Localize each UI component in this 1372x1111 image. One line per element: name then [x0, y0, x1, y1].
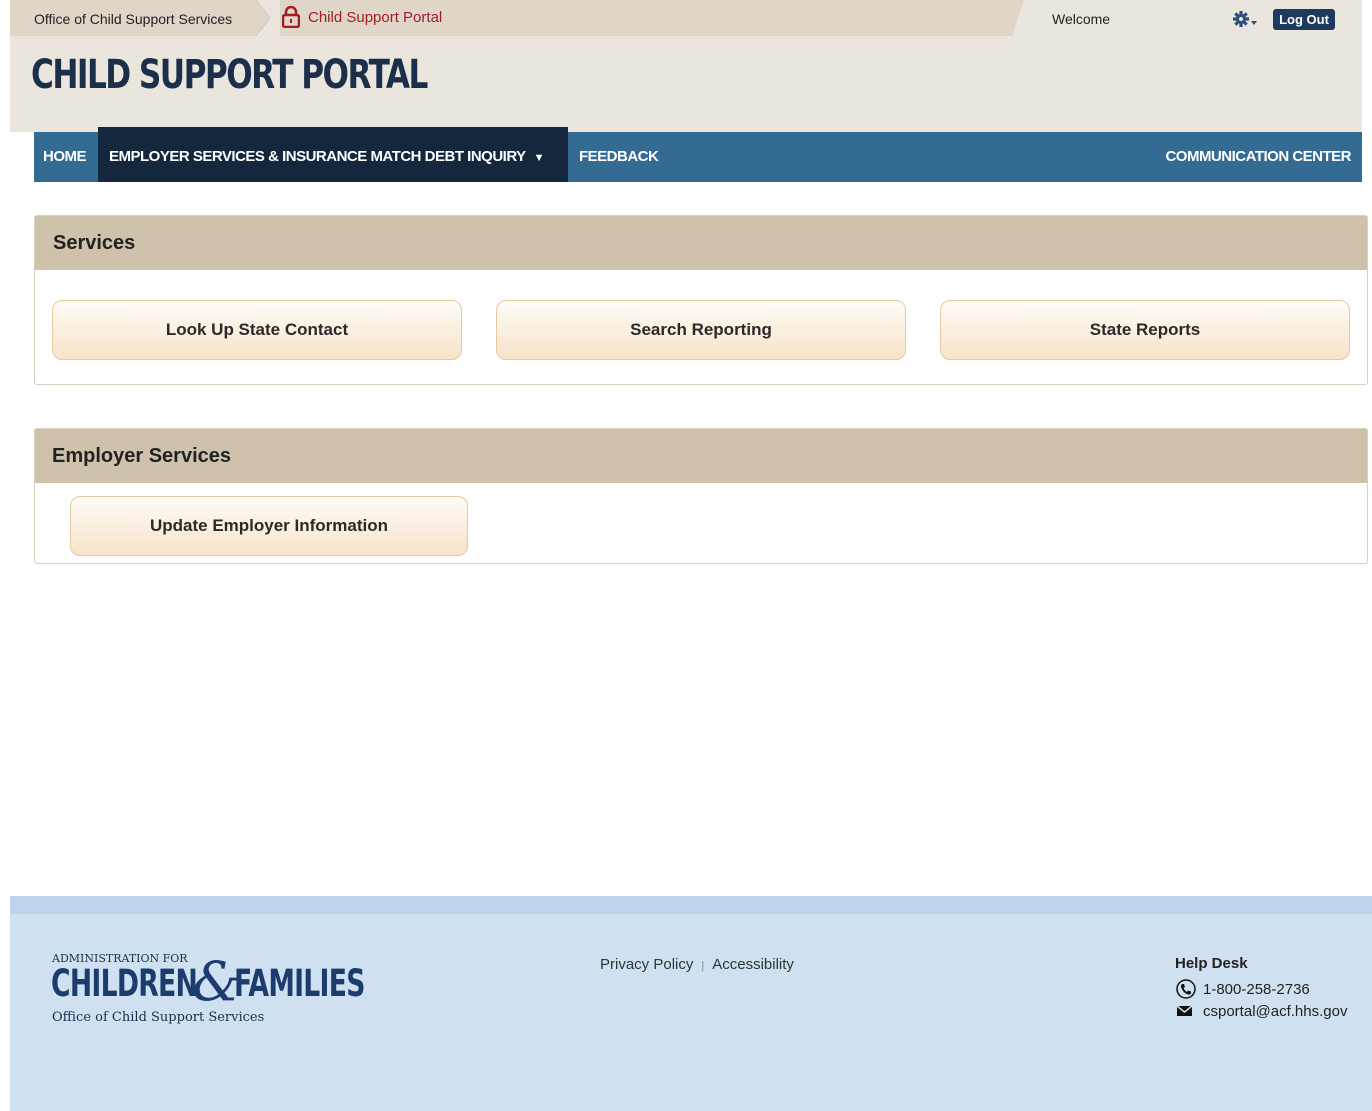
email-icon — [1176, 1005, 1193, 1016]
footer: ADMINISTRATION FOR CHILDREN & FAMILIES O… — [10, 896, 1372, 1111]
nav-employer-services[interactable]: EMPLOYER SERVICES & INSURANCE MATCH DEBT… — [98, 127, 568, 182]
update-employer-information-button[interactable]: Update Employer Information — [70, 496, 468, 556]
link-divider: | — [701, 960, 705, 972]
search-reporting-button[interactable]: Search Reporting — [496, 300, 906, 360]
agency-link[interactable]: Office of Child Support Services — [34, 11, 232, 27]
welcome-text: Welcome — [1052, 11, 1111, 27]
privacy-policy-link[interactable]: Privacy Policy — [600, 956, 693, 973]
breadcrumb-separator — [256, 0, 280, 36]
acf-logo[interactable]: ADMINISTRATION FOR CHILDREN & FAMILIES O… — [51, 948, 372, 1028]
services-title: Services — [35, 216, 1367, 270]
lock-icon — [282, 6, 300, 28]
page: Office of Child Support Services Child S… — [0, 0, 1372, 1111]
help-desk-phone-row: 1-800-258-2736 — [1175, 978, 1347, 1000]
portal-breadcrumb[interactable]: Child Support Portal — [282, 6, 442, 28]
acf-logo-office: Office of Child Support Services — [52, 1010, 265, 1025]
main-nav: HOME EMPLOYER SERVICES & INSURANCE MATCH… — [34, 127, 1362, 182]
acf-logo-children: CHILDREN — [51, 962, 198, 1005]
look-up-state-contact-button[interactable]: Look Up State Contact — [52, 300, 462, 360]
nav-home[interactable]: HOME — [43, 132, 87, 182]
nav-employer-label: EMPLOYER SERVICES & INSURANCE MATCH DEBT… — [109, 148, 526, 165]
services-panel: Services Look Up State Contact Search Re… — [34, 215, 1368, 385]
gear-icon[interactable] — [1232, 10, 1258, 28]
caret-down-icon: ▼ — [533, 152, 545, 164]
help-desk-phone[interactable]: 1-800-258-2736 — [1203, 981, 1310, 998]
phone-icon — [1176, 979, 1196, 999]
accessibility-link[interactable]: Accessibility — [712, 956, 794, 973]
help-desk-title: Help Desk — [1175, 955, 1248, 972]
acf-logo-families: FAMILIES — [234, 962, 365, 1005]
state-reports-button[interactable]: State Reports — [940, 300, 1350, 360]
site-title: CHILD SUPPORT PORTAL — [31, 52, 428, 98]
logout-button[interactable]: Log Out — [1273, 9, 1335, 30]
header: Office of Child Support Services Child S… — [10, 0, 1362, 132]
acf-logo-ampersand: & — [192, 950, 241, 1013]
help-desk-email-row: csportal@acf.hhs.gov — [1175, 1000, 1347, 1022]
nav-communication-center[interactable]: COMMUNICATION CENTER — [1165, 132, 1351, 182]
help-desk-email[interactable]: csportal@acf.hhs.gov — [1203, 1003, 1347, 1020]
employer-services-panel: Employer Services Update Employer Inform… — [34, 428, 1368, 564]
nav-feedback[interactable]: FEEDBACK — [579, 132, 659, 182]
footer-links: Privacy Policy | Accessibility — [600, 956, 794, 973]
employer-services-title: Employer Services — [35, 429, 1367, 483]
footer-strip — [10, 896, 1372, 914]
help-desk: Help Desk 1-800-258-2736 csportal@acf.hh… — [1175, 955, 1347, 1022]
portal-link[interactable]: Child Support Portal — [308, 9, 442, 26]
